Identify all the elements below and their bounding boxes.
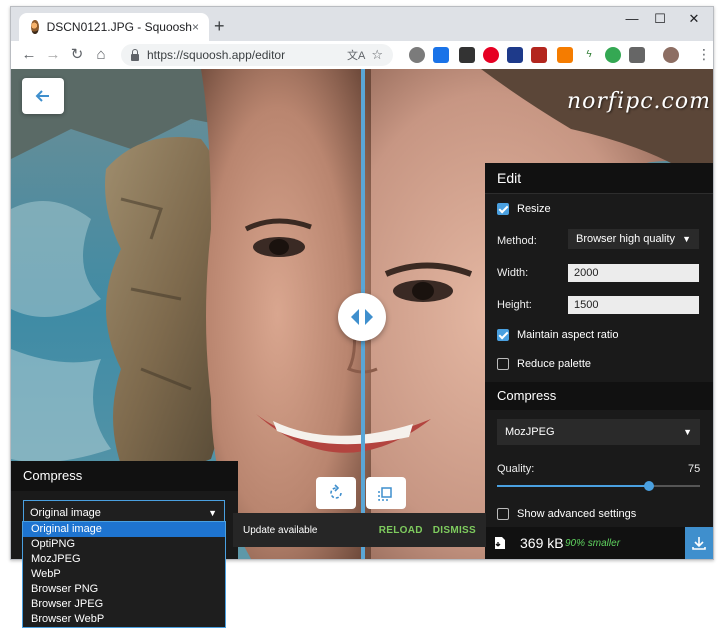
quality-slider[interactable]	[497, 481, 700, 491]
maintain-aspect-label: Maintain aspect ratio	[517, 329, 619, 341]
quality-slider-fill	[497, 485, 650, 487]
dismiss-button[interactable]: DISMISS	[433, 525, 476, 536]
rotate-icon	[330, 484, 342, 499]
method-label: Method:	[497, 235, 537, 247]
browser-toolbar: ← → ↻ ⌂ https://squoosh.app/editor 文A ☆ …	[11, 41, 713, 70]
extension-blue-icon[interactable]	[433, 47, 449, 63]
reduce-palette-checkbox[interactable]	[497, 358, 509, 370]
download-icon	[692, 537, 706, 550]
dropdown-option[interactable]: Browser PNG	[23, 582, 225, 597]
forward-nav-icon[interactable]: →	[43, 45, 63, 65]
fit-view-button[interactable]	[366, 477, 406, 509]
browser-menu-icon[interactable]: ⋮	[697, 46, 711, 63]
back-button[interactable]	[22, 78, 64, 114]
update-toast: Update available RELOAD DISMISS	[233, 513, 486, 547]
reduce-palette-label: Reduce palette	[517, 358, 591, 370]
translate-icon[interactable]: 文A	[347, 47, 365, 63]
codec-value: MozJPEG	[505, 426, 555, 438]
download-button[interactable]	[685, 527, 713, 559]
extension-rss-icon[interactable]	[557, 47, 573, 63]
maximize-button[interactable]: ☐	[645, 11, 675, 27]
dropdown-option[interactable]: Browser JPEG	[23, 597, 225, 612]
extension-recycle-icon[interactable]	[605, 47, 621, 63]
extension-pinterest-icon[interactable]	[483, 47, 499, 63]
extension-bolt-icon[interactable]	[409, 47, 425, 63]
extension-lightning-icon[interactable]: ϟ	[581, 47, 597, 63]
rotate-button[interactable]	[316, 477, 356, 509]
dropdown-option[interactable]: OptiPNG	[23, 537, 225, 552]
extension-bookmark-icon[interactable]	[507, 47, 523, 63]
show-advanced-checkbox[interactable]	[497, 508, 509, 520]
dropdown-option[interactable]: MozJPEG	[23, 552, 225, 567]
method-select[interactable]: Browser high quality ▼	[568, 229, 699, 249]
tab-close-icon[interactable]: ×	[192, 20, 199, 34]
extension-library-icon[interactable]	[459, 47, 475, 63]
maintain-aspect-toggle[interactable]: Maintain aspect ratio	[497, 329, 619, 341]
resize-label: Resize	[517, 203, 551, 215]
result-footer: 369 kB 90% smaller	[485, 527, 713, 559]
home-icon[interactable]: ⌂	[91, 45, 111, 65]
squoosh-favicon-icon	[31, 20, 39, 34]
lock-icon	[131, 48, 139, 61]
toast-message: Update available	[243, 524, 318, 536]
maintain-aspect-checkbox[interactable]	[497, 329, 509, 341]
extension-mail-icon[interactable]	[629, 47, 645, 63]
show-advanced-label: Show advanced settings	[517, 508, 637, 520]
quality-label: Quality:	[497, 463, 535, 475]
reload-button[interactable]: RELOAD	[379, 525, 423, 536]
dropdown-option[interactable]: Original image	[23, 522, 225, 537]
file-size-text: 369 kB	[520, 535, 564, 551]
back-nav-icon[interactable]: ←	[19, 45, 39, 65]
height-label: Height:	[497, 299, 532, 311]
show-advanced-toggle[interactable]: Show advanced settings	[497, 508, 636, 520]
compress-heading-right: Compress	[485, 382, 713, 410]
left-codec-value: Original image	[30, 507, 101, 519]
savings-text: 90% smaller	[565, 538, 621, 549]
dropdown-option[interactable]: Browser WebP	[23, 612, 225, 627]
minimize-button[interactable]: —	[617, 11, 647, 26]
squoosh-viewport: norfipc.com Edit Resize Method: Browser …	[11, 69, 713, 559]
new-tab-button[interactable]: +	[214, 16, 225, 37]
reduce-palette-toggle[interactable]: Reduce palette	[497, 358, 591, 370]
quality-slider-thumb[interactable]	[644, 481, 655, 491]
browser-tab[interactable]: DSCN0121.JPG - Squoosh ×	[19, 13, 209, 41]
edit-heading: Edit	[485, 163, 713, 194]
watermark-logo: norfipc.com	[567, 89, 711, 114]
width-label: Width:	[497, 267, 529, 279]
arrow-left-icon	[35, 90, 49, 102]
method-value: Browser high quality	[576, 233, 676, 245]
file-size-icon	[495, 537, 505, 549]
tab-title: DSCN0121.JPG - Squoosh	[46, 20, 192, 34]
tab-strip: DSCN0121.JPG - Squoosh × + — ☐ ✕	[11, 7, 713, 41]
browser-window: DSCN0121.JPG - Squoosh × + — ☐ ✕ ← → ↻ ⌂…	[10, 6, 714, 560]
codec-select[interactable]: MozJPEG ▼	[497, 419, 700, 445]
chevron-down-icon: ▼	[683, 427, 692, 437]
profile-avatar[interactable]	[663, 47, 679, 63]
codec-dropdown-menu: Original image OptiPNG MozJPEG WebP Browser …	[22, 521, 226, 628]
fit-view-icon	[378, 487, 392, 501]
chevron-down-icon: ▼	[682, 234, 691, 244]
resize-toggle[interactable]: Resize	[497, 203, 551, 215]
extension-hat-icon[interactable]	[531, 47, 547, 63]
width-input[interactable]	[568, 264, 699, 282]
compress-heading-left: Compress	[11, 461, 238, 491]
edit-panel: Edit Resize Method: Browser high quality…	[485, 163, 713, 559]
reload-icon[interactable]: ↻	[67, 45, 87, 65]
split-handle-button[interactable]	[338, 293, 386, 341]
address-bar[interactable]: https://squoosh.app/editor 文A ☆	[121, 44, 393, 66]
left-right-arrows-icon	[351, 309, 373, 325]
quality-value: 75	[688, 463, 701, 475]
bookmark-star-icon[interactable]: ☆	[371, 47, 383, 63]
dropdown-option[interactable]: WebP	[23, 567, 225, 582]
close-window-button[interactable]: ✕	[679, 11, 709, 27]
resize-checkbox[interactable]	[497, 203, 509, 215]
url-text: https://squoosh.app/editor	[147, 48, 286, 62]
height-input[interactable]	[568, 296, 699, 314]
